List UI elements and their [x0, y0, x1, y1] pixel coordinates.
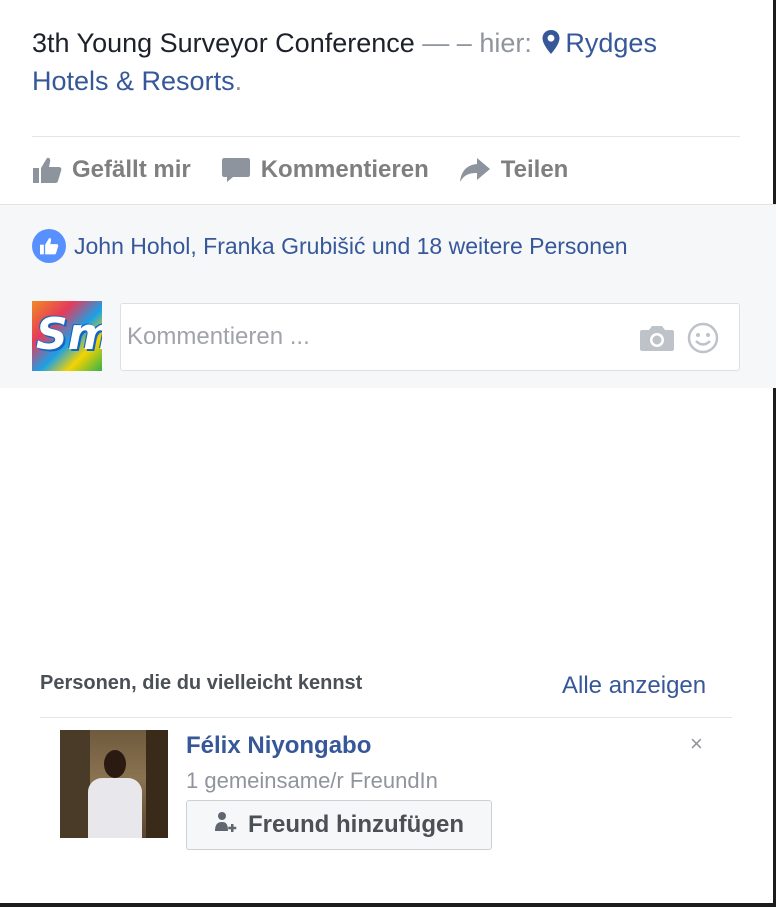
post-dashes: — –: [422, 28, 472, 58]
post-card: 3th Young Surveyor Conference — – hier: …: [0, 0, 776, 907]
share-button[interactable]: Teilen: [459, 156, 569, 184]
divider: [40, 717, 732, 718]
like-badge-icon: [32, 229, 66, 263]
person-name-link[interactable]: Félix Niyongabo: [186, 732, 371, 760]
photo-figure: [104, 750, 126, 778]
pymk-header: Personen, die du vielleicht kennst: [40, 672, 363, 694]
camera-icon[interactable]: [639, 324, 675, 357]
add-friend-label: Freund hinzufügen: [248, 811, 464, 838]
comment-button[interactable]: Kommentieren: [221, 156, 429, 184]
location-line2: Hotels & Resorts: [32, 66, 235, 96]
likes-summary[interactable]: John Hohol, Franka Grubišić und 18 weite…: [32, 229, 628, 263]
emoji-icon[interactable]: [687, 322, 719, 359]
speech-bubble-icon: [221, 156, 251, 184]
avatar-text: Sm: [36, 309, 102, 360]
share-label: Teilen: [500, 156, 569, 183]
mutual-friends: 1 gemeinsame/r FreundIn: [186, 768, 438, 793]
reactions-panel: John Hohol, Franka Grubišić und 18 weite…: [0, 204, 776, 388]
add-friend-button[interactable]: Freund hinzufügen: [186, 800, 492, 850]
likes-text: John Hohol, Franka Grubišić und 18 weite…: [74, 232, 628, 259]
thumbs-up-icon: [32, 156, 62, 184]
photo-background: [146, 730, 168, 838]
divider: [32, 136, 740, 137]
photo-figure: [88, 778, 142, 838]
comment-label: Kommentieren: [260, 156, 429, 183]
see-all-link[interactable]: Alle anzeigen: [562, 672, 706, 700]
share-arrow-icon: [459, 156, 491, 184]
action-bar: Gefällt mir Kommentieren Teilen: [32, 148, 568, 192]
add-person-icon: [214, 811, 240, 840]
post-period: .: [234, 66, 243, 96]
post-here-label: hier:: [479, 28, 532, 58]
close-icon[interactable]: ×: [690, 731, 703, 757]
avatar[interactable]: Sm: [32, 301, 102, 371]
post-title: 3th Young Surveyor Conference: [32, 28, 415, 58]
person-photo[interactable]: [60, 730, 168, 838]
like-button[interactable]: Gefällt mir: [32, 156, 191, 184]
comment-box: [120, 303, 740, 371]
like-label: Gefällt mir: [72, 156, 191, 183]
post-text: 3th Young Surveyor Conference — – hier: …: [32, 24, 744, 100]
comment-input[interactable]: [127, 318, 627, 356]
photo-background: [60, 730, 90, 838]
location-pin-icon: [541, 27, 561, 54]
location-line1: Rydges: [565, 28, 657, 58]
